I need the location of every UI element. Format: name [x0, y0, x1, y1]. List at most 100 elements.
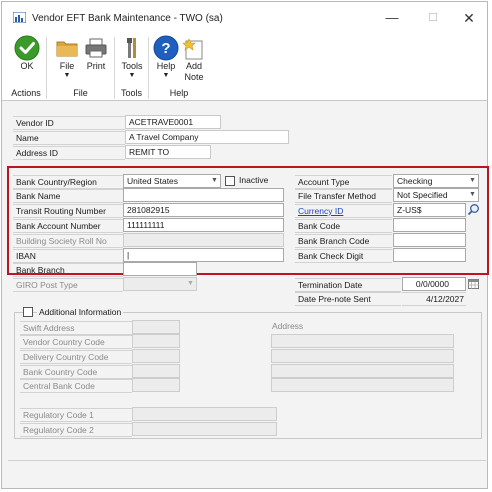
account-type-label: Account Type	[295, 175, 392, 189]
bank-branch-input[interactable]	[123, 262, 197, 276]
file-label: File	[59, 61, 75, 71]
address-id-field: REMIT TO	[125, 145, 211, 159]
chevron-down-icon: ▼	[187, 280, 194, 287]
prenote-date-label: Date Pre-note Sent	[295, 292, 401, 306]
address-id-label: Address ID	[13, 146, 125, 160]
bank-country-select[interactable]: United States ▼	[123, 174, 221, 188]
group-label-help: Help	[169, 88, 189, 98]
name-label: Name	[13, 131, 125, 145]
file-transfer-select[interactable]: Not Specified ▼	[393, 188, 479, 202]
file-transfer-value: Not Specified	[397, 190, 448, 200]
swift-address-input	[132, 320, 180, 334]
add-note-label: Add	[185, 61, 202, 71]
chevron-down-icon: ▼	[63, 72, 71, 79]
regulatory-code-1-input	[132, 407, 277, 421]
bank-branch-code-label: Bank Branch Code	[295, 234, 392, 248]
account-type-select[interactable]: Checking ▼	[393, 174, 479, 188]
currency-id-input[interactable]: Z-US$	[393, 203, 466, 217]
minimize-button[interactable]: —	[377, 8, 407, 28]
group-label-actions: Actions	[11, 88, 41, 98]
chevron-down-icon: ▼	[469, 191, 476, 198]
building-society-input	[123, 233, 284, 247]
folder-icon	[56, 41, 78, 57]
address-line-4	[271, 378, 454, 392]
calendar-icon[interactable]	[468, 278, 479, 289]
bank-branch-label: Bank Branch	[13, 263, 123, 277]
maximize-button[interactable]: ☐	[418, 8, 448, 28]
bank-name-label: Bank Name	[13, 189, 123, 203]
central-bank-code-label: Central Bank Code	[20, 379, 132, 393]
regulatory-code-1-label: Regulatory Code 1	[20, 408, 132, 422]
giro-post-type-select: ▼	[123, 277, 197, 291]
printer-icon	[85, 38, 107, 58]
title-bar: Vendor EFT Bank Maintenance - TWO (sa) —…	[2, 2, 487, 33]
bank-country-label: Bank Country/Region	[13, 175, 123, 189]
bank-name-input[interactable]	[123, 188, 284, 202]
iban-label: IBAN	[13, 249, 123, 263]
vendor-id-label: Vendor ID	[13, 116, 125, 130]
checkmark-icon	[14, 35, 40, 61]
transit-routing-label: Transit Routing Number	[13, 204, 123, 218]
chevron-down-icon: ▼	[162, 72, 170, 79]
tools-label: Tools	[121, 61, 143, 71]
note-icon	[182, 38, 203, 60]
address-line-3	[271, 364, 454, 378]
help-menu-button[interactable]: ? Help ▼	[151, 35, 181, 80]
bank-check-digit-label: Bank Check Digit	[295, 249, 392, 263]
iban-input[interactable]: |	[123, 248, 284, 262]
chevron-down-icon: ▼	[128, 72, 136, 79]
bank-code-label: Bank Code	[295, 219, 392, 233]
bank-check-digit-input[interactable]	[393, 248, 466, 262]
transit-routing-input[interactable]: 281082915	[123, 203, 284, 217]
group-label-file: File	[73, 88, 88, 98]
app-icon	[13, 12, 26, 23]
ok-label: OK	[20, 61, 34, 71]
tools-menu-button[interactable]: Tools ▼	[117, 35, 147, 80]
giro-post-type-label: GIRO Post Type	[13, 278, 123, 292]
termination-date-input[interactable]: 0/0/0000	[402, 277, 466, 291]
file-transfer-label: File Transfer Method	[295, 189, 392, 203]
vendor-country-code-input	[132, 334, 180, 348]
print-button[interactable]: Print	[81, 35, 111, 72]
add-note-button[interactable]: Add Note	[179, 35, 209, 83]
vendor-id-field: ACETRAVE0001	[125, 115, 221, 129]
status-bar-divider	[8, 460, 486, 461]
bank-country-code-input	[132, 364, 180, 378]
delivery-country-code-label: Delivery Country Code	[20, 350, 132, 364]
inactive-label: Inactive	[239, 175, 269, 185]
additional-info-checkbox[interactable]	[23, 307, 33, 317]
group-label-tools: Tools	[120, 88, 142, 98]
building-society-label: Building Society Roll No	[13, 234, 123, 248]
account-type-value: Checking	[397, 176, 433, 186]
close-button[interactable]: ✕	[454, 8, 484, 28]
additional-info-title: Additional Information	[37, 307, 124, 317]
help-icon: ?	[153, 35, 179, 61]
ok-button[interactable]: OK	[12, 35, 42, 72]
regulatory-code-2-input	[132, 422, 277, 436]
lookup-icon[interactable]	[467, 203, 480, 216]
prenote-date-value: 4/12/2027	[402, 292, 466, 306]
delivery-country-code-input	[132, 349, 180, 363]
regulatory-code-2-label: Regulatory Code 2	[20, 423, 132, 437]
currency-id-label[interactable]: Currency ID	[295, 204, 392, 218]
print-label: Print	[86, 61, 106, 71]
tools-icon	[127, 38, 136, 58]
bank-code-input[interactable]	[393, 218, 466, 232]
central-bank-code-input	[132, 378, 180, 392]
file-menu-button[interactable]: File ▼	[52, 35, 82, 80]
bank-country-value: United States	[127, 176, 179, 186]
ribbon: OK File ▼ Print Tools ▼ ? Help ▼ Add Not…	[2, 33, 487, 101]
bank-branch-code-input[interactable]	[393, 233, 466, 247]
vendor-country-code-label: Vendor Country Code	[20, 335, 132, 349]
bank-account-input[interactable]: 111111111	[123, 218, 284, 232]
chevron-down-icon: ▼	[469, 177, 476, 184]
chevron-down-icon: ▼	[211, 177, 218, 184]
currency-id-link[interactable]: Currency ID	[298, 206, 343, 216]
termination-date-label: Termination Date	[295, 278, 401, 292]
inactive-checkbox[interactable]	[225, 176, 235, 186]
bank-account-label: Bank Account Number	[13, 219, 123, 233]
bank-country-code-label: Bank Country Code	[20, 365, 132, 379]
help-label: Help	[156, 61, 176, 71]
address-line-1	[271, 334, 454, 348]
name-field: A Travel Company	[125, 130, 289, 144]
